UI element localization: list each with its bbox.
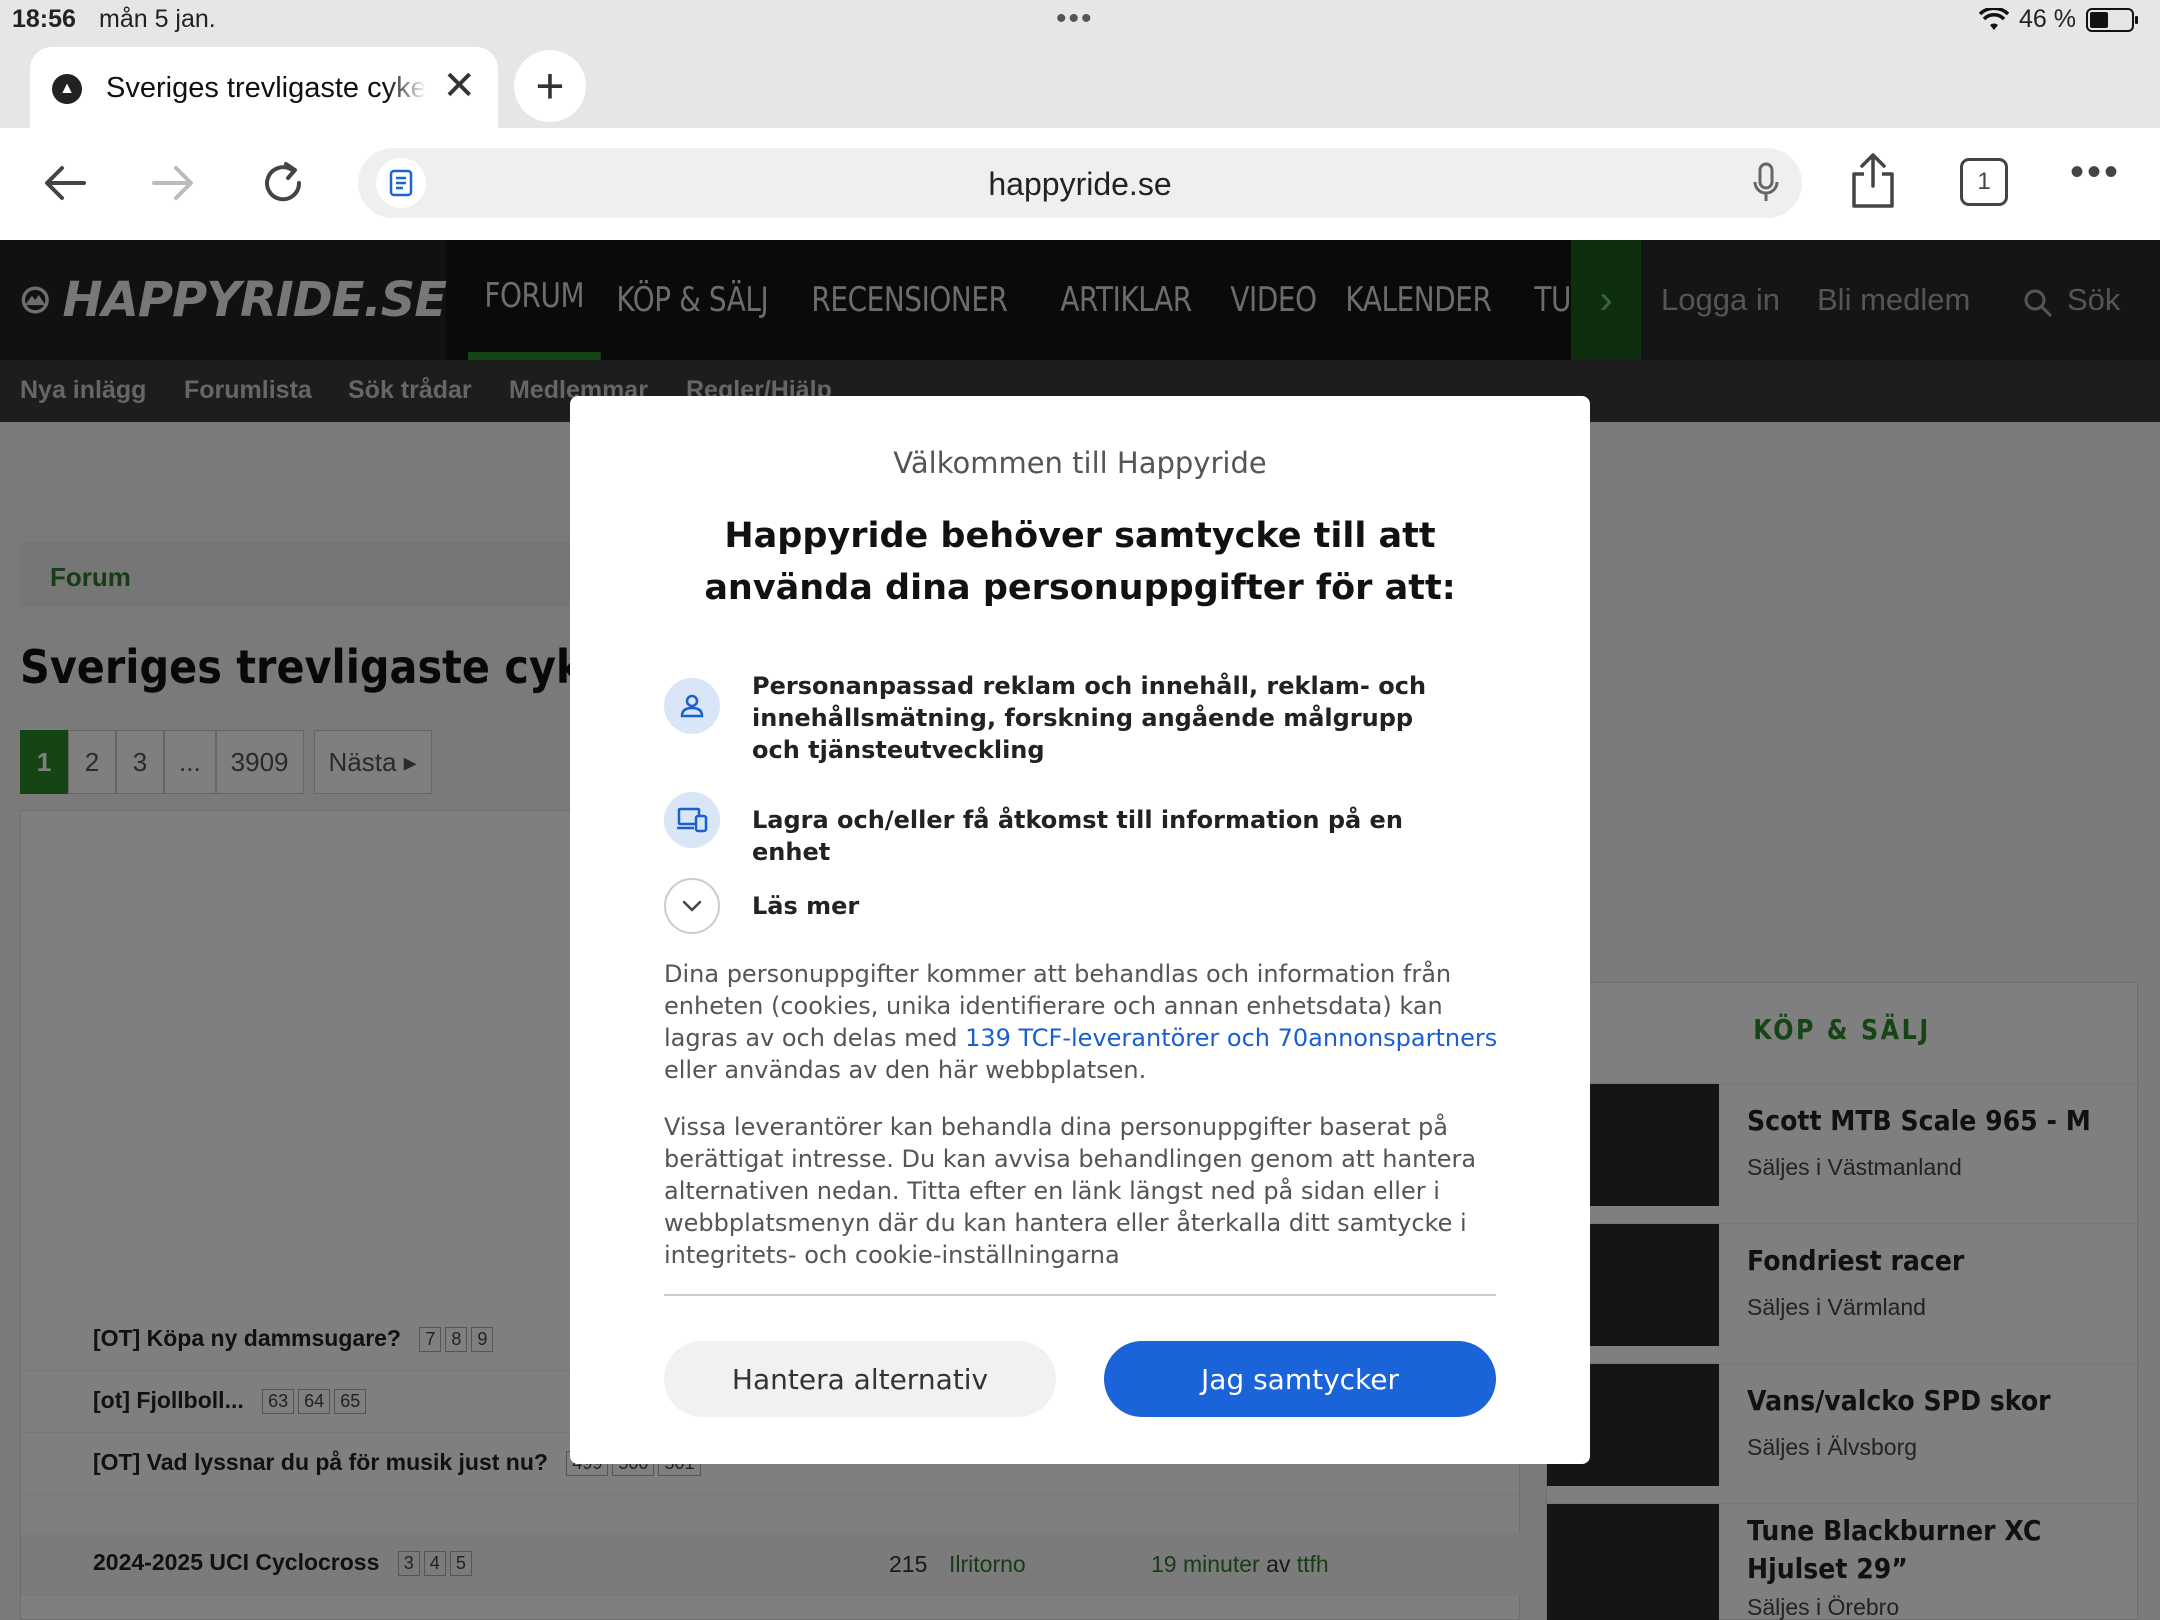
more-options-icon[interactable]: ••• [2070, 150, 2121, 195]
site-favicon-icon: ▲ [52, 73, 82, 104]
url-text: happyride.se [988, 166, 1172, 202]
consent-welcome: Välkommen till Happyride [893, 446, 1267, 480]
consent-text: eller användas av den här webbplatsen. [664, 1056, 1147, 1084]
devices-icon [664, 792, 720, 848]
consent-heading: Happyride behöver samtycke till att anvä… [704, 516, 1456, 608]
status-date: mån 5 jan. [99, 5, 216, 33]
battery-percent: 46 % [2019, 5, 2076, 33]
consent-dialog: Välkommen till Happyride Happyride behöv… [570, 396, 1590, 1464]
tabs-overview-button[interactable]: 1 [1960, 158, 2008, 206]
microphone-icon[interactable] [1752, 162, 1780, 204]
close-tab-icon[interactable]: ✕ [442, 63, 476, 109]
tab-strip: ▲ Sveriges trevligaste cykelforum ✕ + [0, 40, 2160, 130]
accept-button[interactable]: Jag samtycker [1104, 1341, 1496, 1417]
consent-paragraph-processing: Dina personuppgifter kommer att behandla… [664, 958, 1504, 1086]
battery-icon [2086, 7, 2138, 32]
manage-options-button[interactable]: Hantera alternativ [664, 1341, 1056, 1417]
new-tab-button[interactable]: + [514, 50, 586, 122]
divider [664, 1294, 1496, 1296]
vendors-link[interactable]: 139 TCF-leverantörer och 70annonspartner… [965, 1024, 1497, 1052]
person-icon [664, 678, 720, 734]
chevron-down-icon[interactable] [664, 878, 720, 934]
status-bar: 18:56 mån 5 jan. ••• 46 % [0, 0, 2160, 40]
browser-tab[interactable]: ▲ Sveriges trevligaste cykelforum ✕ [30, 47, 498, 130]
back-icon[interactable] [40, 158, 90, 208]
purpose-text: Lagra och/eller få åtkomst till informat… [752, 806, 1403, 866]
share-icon[interactable] [1848, 152, 1898, 210]
tab-title: Sveriges trevligaste cykelforum [106, 72, 426, 104]
forward-icon[interactable] [148, 158, 198, 208]
address-bar[interactable]: happyride.se [358, 148, 1802, 218]
browser-toolbar: happyride.se 1 ••• [0, 128, 2160, 240]
read-more-label[interactable]: Läs mer [752, 890, 1452, 922]
multitasking-dots-icon[interactable]: ••• [1056, 2, 1094, 36]
reload-icon[interactable] [258, 158, 308, 208]
wifi-icon [1979, 7, 2010, 30]
status-time: 18:56 [12, 5, 76, 33]
purpose-text: Personanpassad reklam och innehåll, rekl… [752, 672, 1427, 764]
consent-paragraph-legitimate-interest: Vissa leverantörer kan behandla dina per… [664, 1113, 1477, 1269]
